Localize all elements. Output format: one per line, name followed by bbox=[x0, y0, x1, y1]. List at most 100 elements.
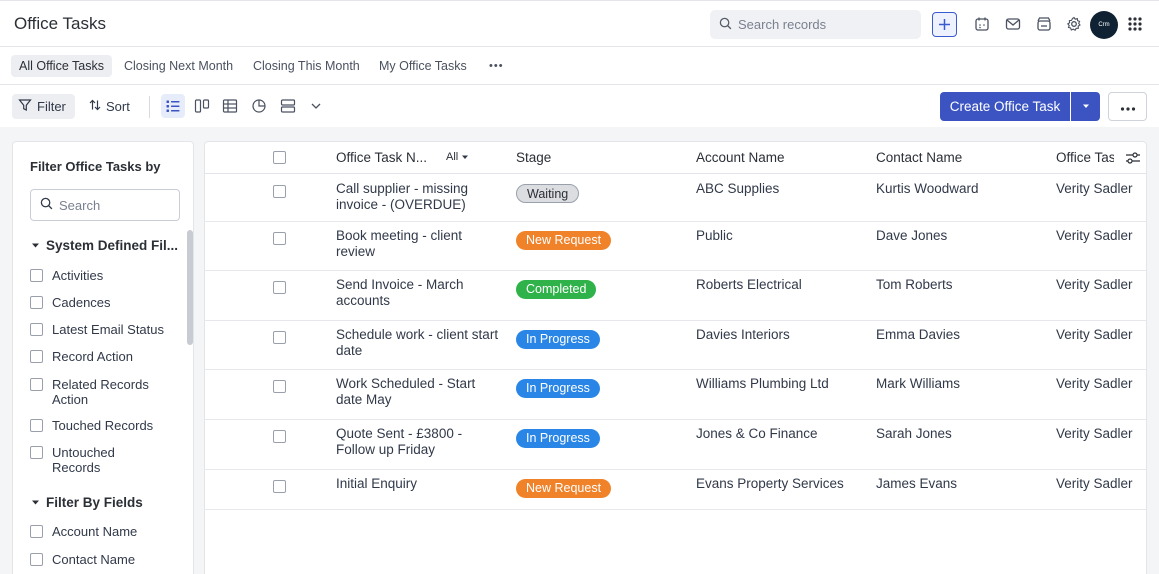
cell-contact-name[interactable]: Kurtis Woodward bbox=[876, 181, 1046, 197]
create-options-dropdown[interactable] bbox=[1071, 92, 1100, 121]
checkbox[interactable] bbox=[30, 446, 43, 459]
table-row[interactable]: Work Scheduled - Start date May Williams … bbox=[205, 370, 1146, 420]
stage-badge: In Progress bbox=[516, 330, 600, 349]
row-checkbox[interactable] bbox=[273, 480, 286, 493]
checkbox[interactable] bbox=[30, 350, 43, 363]
cell-task-name[interactable]: Schedule work - client start date bbox=[336, 327, 504, 359]
table-row[interactable]: Initial Enquiry Evans Property Services Ja… bbox=[205, 470, 1146, 510]
cell-account-name[interactable]: Williams Plumbing Ltd bbox=[696, 376, 866, 392]
table-row[interactable]: Send Invoice - March accounts Roberts Ele… bbox=[205, 271, 1146, 321]
cell-account-name[interactable]: Jones & Co Finance bbox=[696, 426, 866, 442]
filter-contact-name[interactable]: Contact Name bbox=[30, 552, 135, 567]
more-views-button[interactable]: ••• bbox=[481, 55, 512, 77]
filter-label: Untouched Records bbox=[52, 445, 115, 475]
cell-owner: Verity Sadler bbox=[1056, 327, 1133, 342]
add-record-button[interactable] bbox=[932, 12, 957, 37]
table-row[interactable]: Book meeting - client review Public Dave J… bbox=[205, 222, 1146, 271]
sidebar-search-input[interactable]: Search bbox=[30, 189, 180, 221]
chevron-down-icon[interactable] bbox=[304, 94, 328, 118]
column-header-contact[interactable]: Contact Name bbox=[876, 150, 962, 165]
cell-task-name[interactable]: Send Invoice - March accounts bbox=[336, 277, 504, 309]
calendar-icon[interactable] bbox=[971, 13, 993, 35]
cell-task-name[interactable]: Call supplier - missing invoice - (OVERD… bbox=[336, 181, 504, 213]
sidebar-scrollbar[interactable] bbox=[187, 230, 193, 345]
filter-touched-records[interactable]: Touched Records bbox=[30, 418, 153, 433]
cell-account-name[interactable]: Roberts Electrical bbox=[696, 277, 866, 293]
name-filter-dropdown[interactable]: All bbox=[446, 151, 469, 163]
filter-activities[interactable]: Activities bbox=[30, 268, 103, 283]
field-filters-section[interactable]: Filter By Fields bbox=[31, 495, 143, 510]
sort-label: Sort bbox=[106, 99, 130, 114]
cell-contact-name[interactable]: Dave Jones bbox=[876, 228, 1046, 244]
cell-owner: Verity Sadler bbox=[1056, 228, 1133, 243]
top-bar: Office Tasks Search records Crm bbox=[0, 0, 1159, 47]
chart-view-icon[interactable] bbox=[247, 94, 271, 118]
table-row[interactable]: Schedule work - client start date Davies … bbox=[205, 321, 1146, 370]
cell-contact-name[interactable]: Sarah Jones bbox=[876, 426, 1046, 442]
row-checkbox[interactable] bbox=[273, 380, 286, 393]
column-header-account[interactable]: Account Name bbox=[696, 150, 785, 165]
cell-contact-name[interactable]: Emma Davies bbox=[876, 327, 1046, 343]
cell-account-name[interactable]: ABC Supplies bbox=[696, 181, 866, 197]
create-office-task-button[interactable]: Create Office Task bbox=[940, 92, 1070, 121]
cell-account-name[interactable]: Davies Interiors bbox=[696, 327, 866, 343]
filter-record-action[interactable]: Record Action bbox=[30, 349, 133, 364]
filter-related-records-action[interactable]: Related Records Action bbox=[30, 377, 160, 407]
column-header-owner[interactable]: Office Tas bbox=[1056, 150, 1114, 165]
tab-closing-this-month[interactable]: Closing This Month bbox=[245, 55, 368, 77]
column-settings-icon[interactable] bbox=[1121, 148, 1145, 168]
cell-contact-name[interactable]: Mark Williams bbox=[876, 376, 1046, 392]
canvas-view-icon[interactable] bbox=[276, 94, 300, 118]
row-checkbox[interactable] bbox=[273, 281, 286, 294]
checkbox[interactable] bbox=[30, 296, 43, 309]
avatar[interactable]: Crm bbox=[1090, 11, 1118, 39]
more-actions-button[interactable] bbox=[1108, 92, 1147, 121]
row-checkbox[interactable] bbox=[273, 185, 286, 198]
checkbox[interactable] bbox=[30, 323, 43, 336]
row-checkbox[interactable] bbox=[273, 331, 286, 344]
checkbox[interactable] bbox=[30, 378, 43, 391]
filter-account-name[interactable]: Account Name bbox=[30, 524, 137, 539]
kanban-view-icon[interactable] bbox=[190, 94, 214, 118]
system-filters-section[interactable]: System Defined Fil... bbox=[31, 238, 178, 253]
checkbox[interactable] bbox=[30, 525, 43, 538]
table-row[interactable]: Call supplier - missing invoice - (OVERD… bbox=[205, 175, 1146, 222]
column-header-name[interactable]: Office Task N... bbox=[336, 150, 427, 165]
cell-task-name[interactable]: Work Scheduled - Start date May bbox=[336, 376, 504, 408]
filter-latest-email-status[interactable]: Latest Email Status bbox=[30, 322, 164, 337]
mail-icon[interactable] bbox=[1002, 13, 1024, 35]
list-view-icon[interactable] bbox=[161, 94, 185, 118]
gear-icon[interactable] bbox=[1063, 13, 1085, 35]
column-header-stage[interactable]: Stage bbox=[516, 150, 551, 165]
cell-contact-name[interactable]: James Evans bbox=[876, 476, 1046, 492]
tab-closing-next-month[interactable]: Closing Next Month bbox=[116, 55, 241, 77]
filter-cadences[interactable]: Cadences bbox=[30, 295, 111, 310]
marketplace-icon[interactable] bbox=[1033, 13, 1055, 35]
cell-task-name[interactable]: Quote Sent - £3800 - Follow up Friday bbox=[336, 426, 504, 458]
table-header: Office Task N... All Stage Account Name … bbox=[205, 142, 1146, 174]
cell-contact-name[interactable]: Tom Roberts bbox=[876, 277, 1046, 293]
checkbox[interactable] bbox=[30, 553, 43, 566]
cell-account-name[interactable]: Public bbox=[696, 228, 866, 244]
filter-button[interactable]: Filter bbox=[12, 94, 75, 119]
table-view-icon[interactable] bbox=[218, 94, 242, 118]
sort-button[interactable]: Sort bbox=[83, 94, 136, 119]
tab-my-office-tasks[interactable]: My Office Tasks bbox=[371, 55, 475, 77]
filter-label: Record Action bbox=[52, 349, 133, 364]
checkbox[interactable] bbox=[30, 419, 43, 432]
checkbox[interactable] bbox=[30, 269, 43, 282]
cell-task-name[interactable]: Initial Enquiry bbox=[336, 476, 504, 492]
global-search-input[interactable]: Search records bbox=[710, 10, 921, 39]
cell-task-name[interactable]: Book meeting - client review bbox=[336, 228, 504, 260]
cell-account-name[interactable]: Evans Property Services bbox=[696, 476, 866, 492]
apps-grid-icon[interactable] bbox=[1124, 13, 1146, 35]
filter-label: Activities bbox=[52, 268, 104, 283]
table-row[interactable]: Quote Sent - £3800 - Follow up Friday Jon… bbox=[205, 420, 1146, 470]
cell-owner: Verity Sadler bbox=[1056, 376, 1133, 391]
tab-all-office-tasks[interactable]: All Office Tasks bbox=[11, 55, 112, 77]
filter-label: Account Name bbox=[52, 524, 138, 539]
select-all-checkbox[interactable] bbox=[273, 151, 286, 164]
row-checkbox[interactable] bbox=[273, 232, 286, 245]
filter-untouched-records[interactable]: Untouched Records bbox=[30, 445, 140, 475]
row-checkbox[interactable] bbox=[273, 430, 286, 443]
